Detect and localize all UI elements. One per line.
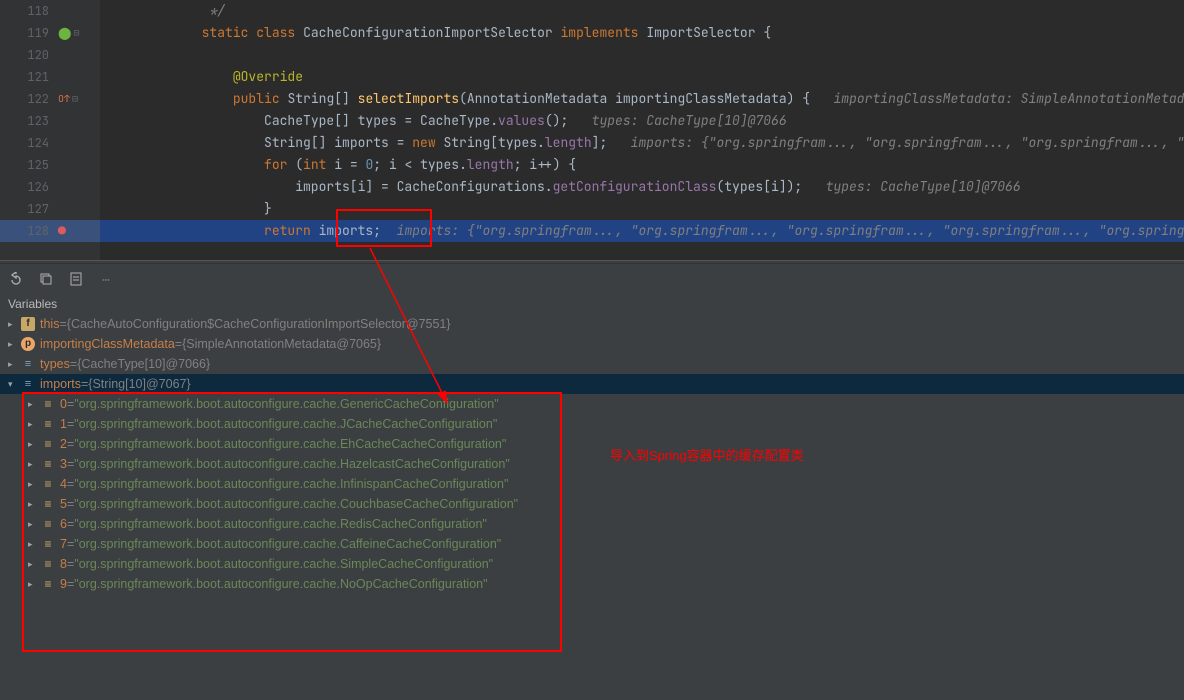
gutter-mark[interactable]: ● — [56, 220, 100, 242]
expand-icon[interactable]: ▸ — [28, 554, 40, 574]
code-line[interactable]: imports[i] = CacheConfigurations.getConf… — [100, 176, 1184, 198]
line-number[interactable]: 124 — [0, 132, 55, 154]
expand-icon[interactable]: ▸ — [28, 394, 40, 414]
var-imports-4[interactable]: ▸≡4 = "org.springframework.boot.autoconf… — [0, 474, 1184, 494]
code-area[interactable]: */ static class CacheConfigurationImport… — [100, 0, 1184, 242]
gutter-mark[interactable] — [56, 198, 100, 220]
gutter-mark[interactable] — [56, 44, 100, 66]
expand-icon[interactable]: ▸ — [28, 434, 40, 454]
code-line[interactable]: public String[] selectImports(Annotation… — [100, 88, 1184, 110]
gutter-marks: ⬤⊟O↑⊟● — [56, 0, 100, 242]
code-line[interactable] — [100, 44, 1184, 66]
expand-icon[interactable]: ▸ — [8, 354, 20, 374]
var-imports-0[interactable]: ▸≡0 = "org.springframework.boot.autoconf… — [0, 394, 1184, 414]
code-editor[interactable]: 118119120121122123124125126127128 ⬤⊟O↑⊟●… — [0, 0, 1184, 260]
var-imports-3[interactable]: ▸≡3 = "org.springframework.boot.autoconf… — [0, 454, 1184, 474]
gutter-mark[interactable] — [56, 132, 100, 154]
restart-debug-icon[interactable] — [8, 271, 24, 287]
string-icon: ≡ — [40, 576, 56, 592]
string-icon: ≡ — [40, 436, 56, 452]
override-icon[interactable]: O↑ — [58, 88, 70, 110]
line-number[interactable]: 127 — [0, 198, 55, 220]
expand-icon[interactable]: ▸ — [28, 494, 40, 514]
string-icon: ≡ — [40, 516, 56, 532]
expand-icon[interactable]: ▸ — [8, 334, 20, 354]
expand-icon[interactable]: ▸ — [28, 534, 40, 554]
collapse-icon[interactable]: ▾ — [8, 374, 20, 394]
var-imports-1[interactable]: ▸≡1 = "org.springframework.boot.autoconf… — [0, 414, 1184, 434]
array-icon: ≡ — [20, 376, 36, 392]
string-icon: ≡ — [40, 476, 56, 492]
expand-icon[interactable]: ▸ — [28, 414, 40, 434]
breakpoint-icon[interactable]: ● — [58, 220, 66, 242]
code-line[interactable]: } — [100, 198, 1184, 220]
expand-icon[interactable]: ▸ — [28, 454, 40, 474]
var-imports-2[interactable]: ▸≡2 = "org.springframework.boot.autoconf… — [0, 434, 1184, 454]
code-line[interactable]: for (int i = 0; i < types.length; i++) { — [100, 154, 1184, 176]
line-number[interactable]: 121 — [0, 66, 55, 88]
gutter: 118119120121122123124125126127128 ⬤⊟O↑⊟● — [0, 0, 100, 260]
var-types[interactable]: ▸≡types = {CacheType[10]@7066} — [0, 354, 1184, 374]
var-imports-5[interactable]: ▸≡5 = "org.springframework.boot.autoconf… — [0, 494, 1184, 514]
line-number[interactable]: 120 — [0, 44, 55, 66]
var-metadata[interactable]: ▸pimportingClassMetadata = {SimpleAnnota… — [0, 334, 1184, 354]
gutter-mark[interactable] — [56, 66, 100, 88]
code-line[interactable]: static class CacheConfigurationImportSel… — [100, 22, 1184, 44]
string-icon: ≡ — [40, 396, 56, 412]
line-number[interactable]: 126 — [0, 176, 55, 198]
array-icon: ≡ — [20, 356, 36, 372]
string-icon: ≡ — [40, 496, 56, 512]
fold-icon[interactable]: ⊟ — [72, 88, 78, 110]
line-number[interactable]: 123 — [0, 110, 55, 132]
field-icon: f — [21, 317, 35, 331]
expand-icon[interactable]: ▸ — [28, 574, 40, 594]
string-icon: ≡ — [40, 416, 56, 432]
code-line[interactable]: */ — [100, 0, 1184, 22]
gutter-mark[interactable] — [56, 176, 100, 198]
line-numbers: 118119120121122123124125126127128 — [0, 0, 55, 242]
code-line[interactable]: return imports; imports: {"org.springfra… — [100, 220, 1184, 242]
expand-icon[interactable]: ▸ — [8, 314, 20, 334]
var-imports-6[interactable]: ▸≡6 = "org.springframework.boot.autoconf… — [0, 514, 1184, 534]
expand-icon[interactable]: ▸ — [28, 474, 40, 494]
gutter-mark[interactable] — [56, 0, 100, 22]
param-icon: p — [21, 337, 35, 351]
code-line[interactable]: @Override — [100, 66, 1184, 88]
var-imports[interactable]: ▾≡imports = {String[10]@7067} — [0, 374, 1184, 394]
line-number[interactable]: 118 — [0, 0, 55, 22]
var-imports-8[interactable]: ▸≡8 = "org.springframework.boot.autoconf… — [0, 554, 1184, 574]
calculator-icon[interactable] — [68, 271, 84, 287]
gutter-mark[interactable]: O↑⊟ — [56, 88, 100, 110]
var-imports-7[interactable]: ▸≡7 = "org.springframework.boot.autoconf… — [0, 534, 1184, 554]
line-number[interactable]: 122 — [0, 88, 55, 110]
spring-icon: ⬤ — [58, 22, 71, 44]
string-icon: ≡ — [40, 556, 56, 572]
expand-icon[interactable]: ▸ — [28, 514, 40, 534]
code-line[interactable]: CacheType[] types = CacheType.values(); … — [100, 110, 1184, 132]
gutter-mark[interactable] — [56, 154, 100, 176]
code-line[interactable]: String[] imports = new String[types.leng… — [100, 132, 1184, 154]
annotation-text: 导入到Spring容器中的缓存配置类 — [610, 445, 804, 464]
more-icon[interactable]: ⋯ — [98, 271, 114, 287]
variables-tree[interactable]: ▸fthis = {CacheAutoConfiguration$CacheCo… — [0, 314, 1184, 700]
variables-header: Variables — [0, 294, 1184, 314]
string-icon: ≡ — [40, 536, 56, 552]
gutter-mark[interactable] — [56, 110, 100, 132]
line-number[interactable]: 125 — [0, 154, 55, 176]
line-number[interactable]: 128 — [0, 220, 55, 242]
fold-icon[interactable]: ⊟ — [73, 22, 79, 44]
debug-toolbar: ⋯ — [0, 264, 1184, 294]
gutter-mark[interactable]: ⬤⊟ — [56, 22, 100, 44]
frames-icon[interactable] — [38, 271, 54, 287]
line-number[interactable]: 119 — [0, 22, 55, 44]
var-this[interactable]: ▸fthis = {CacheAutoConfiguration$CacheCo… — [0, 314, 1184, 334]
string-icon: ≡ — [40, 456, 56, 472]
var-imports-9[interactable]: ▸≡9 = "org.springframework.boot.autoconf… — [0, 574, 1184, 594]
